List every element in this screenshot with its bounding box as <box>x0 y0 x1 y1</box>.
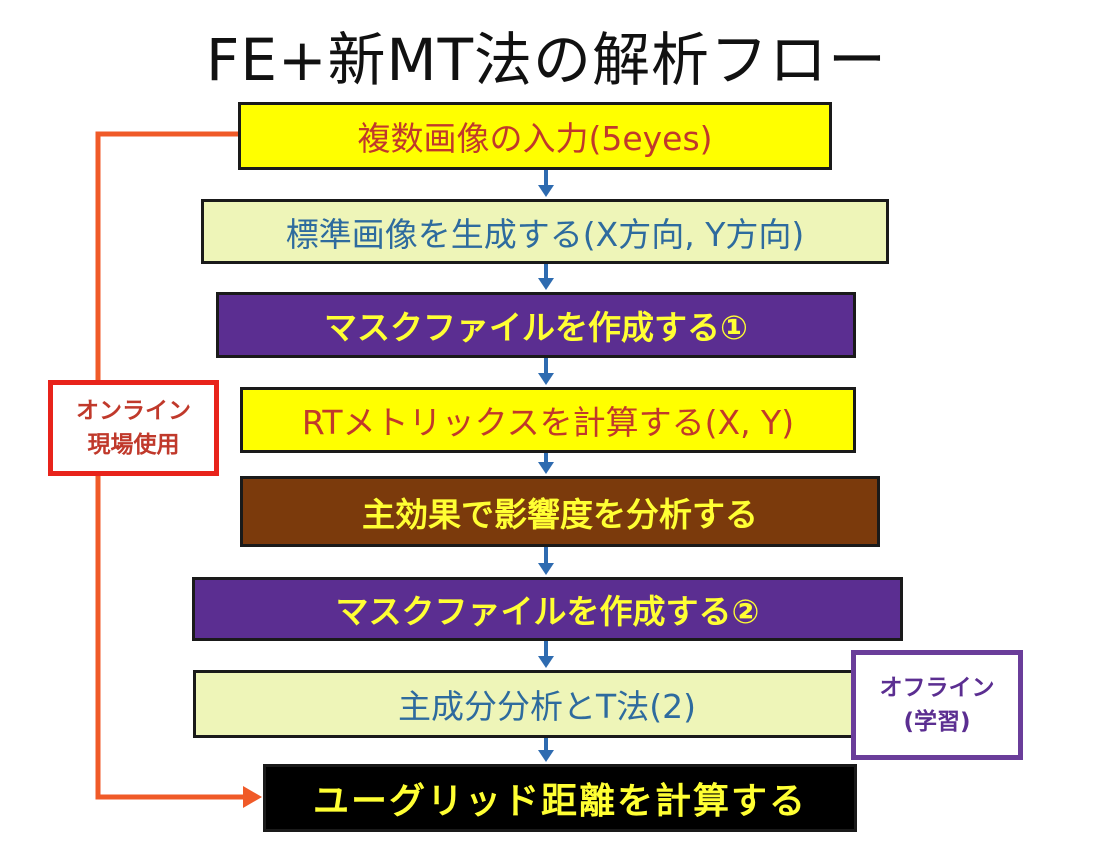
online-label-box: オンライン 現場使用 <box>48 380 219 476</box>
step-input-images: 複数画像の入力(5eyes) <box>238 102 832 170</box>
step-pca-and-t-method: 主成分分析とT法(2) <box>193 670 901 738</box>
flow-arrowhead-1 <box>538 185 554 197</box>
online-label-line1: オンライン <box>76 398 191 424</box>
step-compute-rt-metrics: RTメトリックスを計算する(X, Y) <box>240 387 856 453</box>
step-label: マスクファイルを作成する② <box>335 592 760 631</box>
flow-arrowhead-7 <box>538 750 554 762</box>
step-label: マスクファイルを作成する① <box>324 308 748 347</box>
step-label: 標準画像を生成する(X方向, Y方向) <box>285 214 805 254</box>
flow-arrowhead-2 <box>538 278 554 290</box>
flow-arrowhead-3 <box>538 373 554 385</box>
step-label: 主成分分析とT法(2) <box>398 687 696 726</box>
offline-label-line1: オフライン <box>879 675 995 701</box>
step-create-mask-file-2: マスクファイルを作成する② <box>192 577 903 641</box>
step-label: RTメトリックスを計算する(X, Y) <box>301 403 795 442</box>
step-generate-standard-image: 標準画像を生成する(X方向, Y方向) <box>201 199 889 264</box>
online-label-line2: 現場使用 <box>87 432 180 458</box>
step-label: ユーグリッド距離を計算する <box>312 781 807 822</box>
step-main-effect-analysis: 主効果で影響度を分析する <box>240 476 880 547</box>
step-compute-euclidean-distance: ユーグリッド距離を計算する <box>263 764 857 832</box>
offline-label-line2: (学習) <box>903 709 971 735</box>
step-create-mask-file-1: マスクファイルを作成する① <box>216 292 856 358</box>
step-label: 複数画像の入力(5eyes) <box>357 119 713 158</box>
step-label: 主効果で影響度を分析する <box>362 494 758 534</box>
flow-arrowhead-6 <box>538 656 554 668</box>
offline-label-box: オフライン (学習) <box>851 650 1023 760</box>
flow-arrowhead-5 <box>538 563 554 575</box>
flow-arrowhead-4 <box>538 462 554 474</box>
